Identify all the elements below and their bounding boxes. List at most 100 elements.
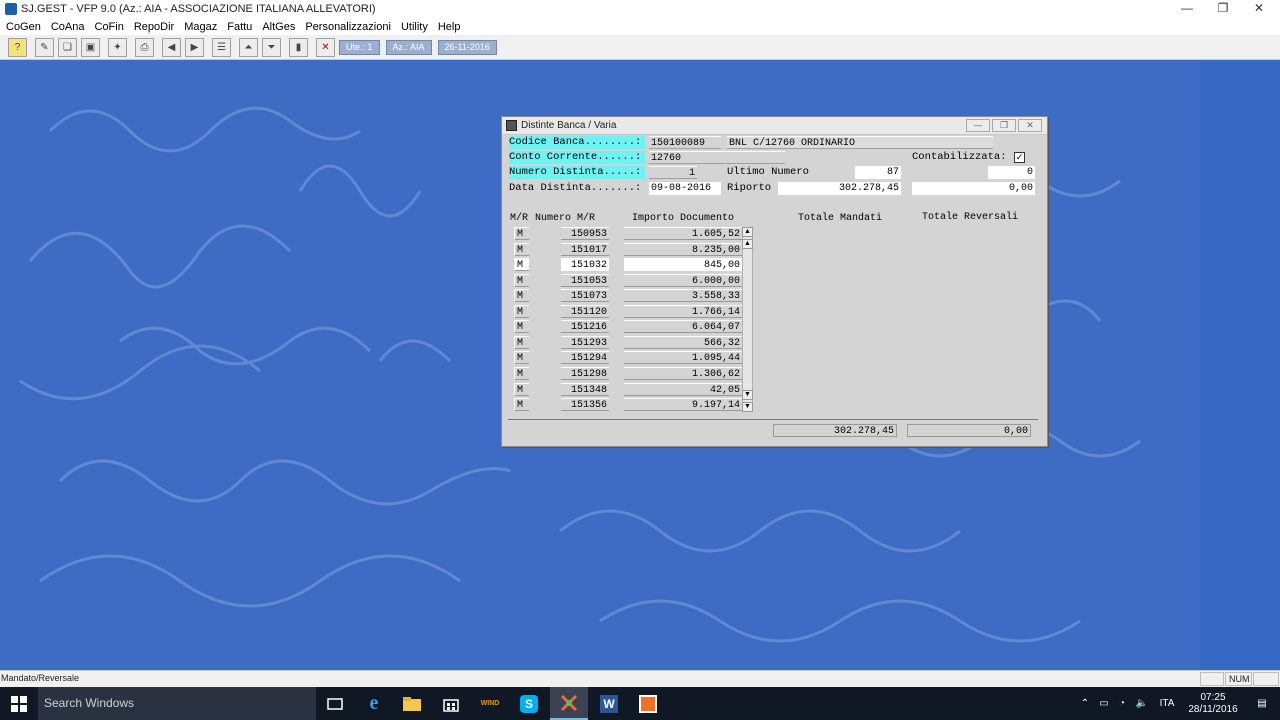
row-mr-cell[interactable]: M bbox=[514, 320, 529, 333]
menu-altges[interactable]: AltGes bbox=[259, 21, 298, 33]
row-mr-cell[interactable]: M bbox=[514, 351, 529, 364]
row-mr-cell[interactable]: M bbox=[514, 398, 529, 411]
maximize-button[interactable]: ❐ bbox=[1205, 0, 1241, 18]
row-mr-cell[interactable]: M bbox=[514, 227, 529, 240]
row-importo-cell[interactable]: 1.766,14 bbox=[624, 305, 742, 318]
grid-row[interactable]: M 151293 566,32 bbox=[514, 336, 754, 350]
exit-door-icon[interactable]: ▮ bbox=[289, 37, 308, 57]
close-button[interactable]: ✕ bbox=[1241, 0, 1277, 18]
data-distinta-field[interactable]: 09-08-2016 bbox=[649, 182, 721, 195]
dialog-minimize-button[interactable]: — bbox=[966, 119, 990, 132]
skype-icon[interactable]: S bbox=[510, 687, 548, 720]
delete-icon[interactable]: ✕ bbox=[316, 37, 335, 57]
row-mr-cell[interactable]: M bbox=[514, 243, 529, 256]
row-numero-cell[interactable]: 151032 bbox=[561, 258, 609, 271]
taskbar-search[interactable]: Search Windows bbox=[38, 687, 316, 720]
language-indicator[interactable]: ITA bbox=[1156, 687, 1178, 720]
help-icon[interactable]: ? bbox=[8, 37, 27, 57]
row-numero-cell[interactable]: 150953 bbox=[561, 227, 609, 240]
tray-network-icon[interactable]: ◔ bbox=[1114, 687, 1130, 720]
row-importo-cell[interactable]: 1.095,44 bbox=[624, 351, 742, 364]
grid-scrollbar[interactable] bbox=[742, 227, 753, 412]
grid-row[interactable]: M 150953 1.605,52 bbox=[514, 227, 754, 241]
grid-row[interactable]: M 151120 1.766,14 bbox=[514, 305, 754, 319]
wind-app-icon[interactable]: WIND bbox=[471, 687, 509, 720]
scroll-up-icon[interactable]: ▲ bbox=[742, 239, 753, 249]
edge-browser-icon[interactable]: e bbox=[355, 687, 393, 720]
row-importo-cell[interactable]: 8.235,00 bbox=[624, 243, 742, 256]
scroll-down-icon[interactable]: ▼ bbox=[742, 390, 753, 400]
grid-row[interactable]: M 151348 42,05 bbox=[514, 383, 754, 397]
menu-repodir[interactable]: RepoDir bbox=[131, 21, 177, 33]
row-importo-cell[interactable]: 9.197,14 bbox=[624, 398, 742, 411]
row-mr-cell[interactable]: M bbox=[514, 336, 529, 349]
dialog-close-button[interactable]: ✕ bbox=[1018, 119, 1042, 132]
row-numero-cell[interactable]: 151120 bbox=[561, 305, 609, 318]
riporto-reversali-field[interactable]: 0,00 bbox=[912, 182, 1035, 195]
row-numero-cell[interactable]: 151017 bbox=[561, 243, 609, 256]
grid-row[interactable]: M 151073 3.558,33 bbox=[514, 289, 754, 303]
task-view-icon[interactable] bbox=[316, 687, 354, 720]
row-numero-cell[interactable]: 151073 bbox=[561, 289, 609, 302]
row-numero-cell[interactable]: 151216 bbox=[561, 320, 609, 333]
grid-row[interactable]: M 151053 6.000,00 bbox=[514, 274, 754, 288]
row-numero-cell[interactable]: 151356 bbox=[561, 398, 609, 411]
row-importo-cell[interactable]: 3.558,33 bbox=[624, 289, 742, 302]
menu-cogen[interactable]: CoGen bbox=[3, 21, 44, 33]
dialog-maximize-button[interactable]: ❐ bbox=[992, 119, 1016, 132]
row-numero-cell[interactable]: 151053 bbox=[561, 274, 609, 287]
file-explorer-icon[interactable] bbox=[393, 687, 431, 720]
save-icon[interactable]: ▣ bbox=[81, 37, 100, 57]
wizard-icon[interactable]: ✦ bbox=[108, 37, 127, 57]
menu-personalizzazioni[interactable]: Personalizzazioni bbox=[302, 21, 394, 33]
row-mr-cell[interactable]: M bbox=[514, 258, 529, 271]
row-mr-cell[interactable]: M bbox=[514, 367, 529, 380]
taskbar-clock[interactable]: 07:25 28/11/2016 bbox=[1183, 687, 1243, 720]
scroll-bottom-icon[interactable]: ▼ bbox=[742, 402, 753, 412]
menu-cofin[interactable]: CoFin bbox=[92, 21, 127, 33]
first-record-icon[interactable]: ⏶ bbox=[239, 37, 258, 57]
menu-coana[interactable]: CoAna bbox=[48, 21, 88, 33]
scroll-top-icon[interactable]: ▲ bbox=[742, 227, 753, 237]
grid-row[interactable]: M 151294 1.095,44 bbox=[514, 351, 754, 365]
prev-icon[interactable]: ◀ bbox=[162, 37, 181, 57]
notifications-icon[interactable]: ▤ bbox=[1250, 687, 1274, 720]
print-icon[interactable]: ⎙ bbox=[135, 37, 154, 57]
grid-row-selected[interactable]: M 151032 845,00 bbox=[514, 258, 754, 272]
row-mr-cell[interactable]: M bbox=[514, 289, 529, 302]
grid-row[interactable]: M 151298 1.306,62 bbox=[514, 367, 754, 381]
contabilizzata-checkbox[interactable]: ✓ bbox=[1014, 152, 1025, 163]
conto-corrente-field[interactable]: 12760 bbox=[649, 151, 785, 164]
tray-battery-icon[interactable]: ▭ bbox=[1096, 687, 1112, 720]
row-numero-cell[interactable]: 151293 bbox=[561, 336, 609, 349]
row-importo-cell[interactable]: 42,05 bbox=[624, 383, 742, 396]
ultimo-numero-reversali-field[interactable]: 0 bbox=[988, 166, 1035, 179]
row-importo-cell[interactable]: 1.605,52 bbox=[624, 227, 742, 240]
menu-fattu[interactable]: Fattu bbox=[224, 21, 255, 33]
row-importo-cell[interactable]: 6.064,07 bbox=[624, 320, 742, 333]
riporto-mandati-field[interactable]: 302.278,45 bbox=[778, 182, 901, 195]
row-numero-cell[interactable]: 151348 bbox=[561, 383, 609, 396]
start-button[interactable] bbox=[0, 687, 38, 720]
row-mr-cell[interactable]: M bbox=[514, 383, 529, 396]
row-importo-cell[interactable]: 845,00 bbox=[624, 258, 742, 271]
ultimo-numero-field[interactable]: 87 bbox=[855, 166, 901, 179]
last-record-icon[interactable]: ⏷ bbox=[262, 37, 281, 57]
row-numero-cell[interactable]: 151298 bbox=[561, 367, 609, 380]
tray-chevron-icon[interactable]: ⌃ bbox=[1077, 687, 1093, 720]
grid-row[interactable]: M 151356 9.197,14 bbox=[514, 398, 754, 412]
copy-icon[interactable]: ❏ bbox=[58, 37, 77, 57]
next-icon[interactable]: ▶ bbox=[185, 37, 204, 57]
grid-row[interactable]: M 151017 8.235,00 bbox=[514, 243, 754, 257]
tray-volume-icon[interactable]: 🔈 bbox=[1134, 687, 1150, 720]
sjgest-app-icon[interactable] bbox=[550, 687, 588, 720]
numero-distinta-field[interactable]: 1 bbox=[649, 166, 697, 179]
row-mr-cell[interactable]: M bbox=[514, 274, 529, 287]
minimize-button[interactable]: — bbox=[1169, 0, 1205, 18]
list-icon[interactable]: ☰ bbox=[212, 37, 231, 57]
row-mr-cell[interactable]: M bbox=[514, 305, 529, 318]
menu-utility[interactable]: Utility bbox=[398, 21, 431, 33]
row-numero-cell[interactable]: 151294 bbox=[561, 351, 609, 364]
word-icon[interactable]: W bbox=[590, 687, 628, 720]
menu-magaz[interactable]: Magaz bbox=[181, 21, 220, 33]
